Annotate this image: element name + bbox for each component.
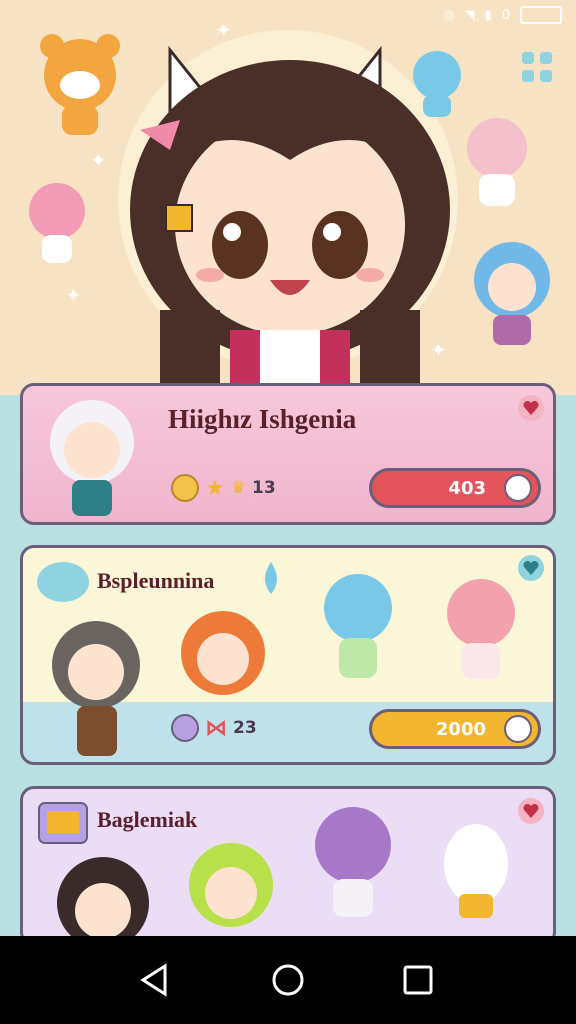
- card-character-green-hair: [189, 843, 273, 927]
- system-nav-bar: [0, 936, 576, 1024]
- card-title: Hiighız Ishgenia: [168, 404, 357, 434]
- mascot-pink-bear: [467, 118, 527, 206]
- sparkle-icon: ✦: [215, 18, 232, 42]
- character-card[interactable]: Hiighız Ishgenia ★ ♛ 13 403: [20, 383, 556, 525]
- star-icon: ★: [205, 475, 225, 501]
- card-character-white-hair: [50, 400, 134, 516]
- card-title: Bspleunnina: [97, 568, 215, 593]
- status-bar: ◎ ◥ ▮ 0: [443, 6, 562, 24]
- tv-icon: [38, 802, 88, 844]
- mascot-orange-bear: [40, 34, 120, 135]
- value-pill[interactable]: 403: [369, 468, 541, 508]
- value-pill[interactable]: 2000: [369, 709, 541, 749]
- mascot-blue-hair-girl: [474, 242, 550, 345]
- stat-value: 13: [251, 478, 276, 498]
- wifi-icon: ◥: [464, 7, 475, 23]
- sparkle-icon: ✦: [65, 283, 82, 307]
- sparkle-icon: ✦: [430, 338, 447, 362]
- hero-banner: ✦ ✦ ✦ ✦ ◎ ◥ ▮ 0: [0, 0, 576, 400]
- sim-icon: 0: [501, 7, 510, 23]
- crown-icon: ♛: [230, 478, 246, 498]
- mascot-pink-bear: [447, 579, 515, 679]
- card-character-orange-hair: [181, 611, 265, 695]
- water-drop-icon: [265, 562, 277, 594]
- action-ring-icon: [504, 715, 532, 743]
- coin-icon: [171, 714, 199, 742]
- card-stats: ★ ♛ 13: [171, 474, 276, 502]
- card-character-black-cat: [57, 857, 149, 943]
- recents-button-icon[interactable]: [396, 958, 440, 1002]
- mascot-pink-cat: [29, 183, 85, 263]
- favorite-heart-icon[interactable]: [517, 394, 545, 422]
- card-character-gray-cat: [52, 621, 140, 756]
- mascot-ghost: [444, 824, 508, 918]
- sparkle-icon: ✦: [90, 148, 107, 172]
- bow-icon: ⋈: [205, 715, 227, 741]
- pill-value: 2000: [435, 718, 486, 740]
- coin-icon: [171, 474, 199, 502]
- alarm-icon: ◎: [443, 7, 455, 23]
- mascot-blue-bear: [413, 51, 461, 117]
- character-card[interactable]: Bspleunnina ⋈ 23 2000: [20, 545, 556, 765]
- favorite-heart-icon[interactable]: [517, 797, 545, 825]
- action-ring-icon: [504, 474, 532, 502]
- apps-grid-icon[interactable]: [520, 50, 554, 84]
- pill-value: 403: [448, 477, 486, 499]
- battery-icon: [520, 6, 562, 24]
- mascot-blue-cat: [324, 574, 392, 678]
- back-button-icon[interactable]: [133, 958, 177, 1002]
- blob-mascot: [37, 562, 89, 602]
- mascot-purple-cat: [315, 807, 391, 917]
- stat-value: 23: [233, 718, 257, 738]
- card-stats: ⋈ 23: [171, 714, 257, 742]
- signal-icon: ▮: [484, 7, 492, 23]
- home-button-icon[interactable]: [266, 958, 310, 1002]
- character-card[interactable]: Baglemiak: [20, 786, 556, 946]
- card-title: Baglemiak: [97, 807, 198, 832]
